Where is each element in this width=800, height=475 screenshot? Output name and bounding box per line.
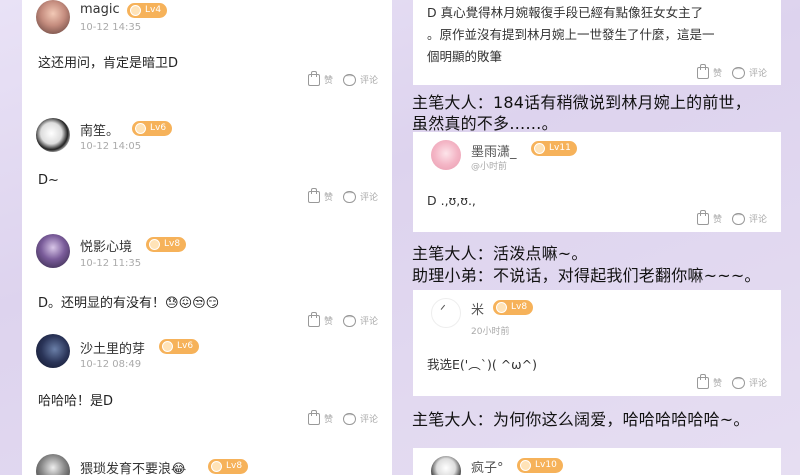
reply-button[interactable]: 评论 bbox=[342, 410, 378, 425]
comment-icon bbox=[731, 210, 745, 225]
comment-time: 10-12 11:35 bbox=[80, 258, 142, 269]
level-badge: Lv10 bbox=[517, 458, 563, 473]
comment-text-line: 個明顯的敗筆 bbox=[427, 49, 503, 64]
comment-actions: 赞 评论 bbox=[307, 187, 378, 203]
avatar[interactable] bbox=[36, 334, 70, 368]
thumb-up-icon bbox=[307, 70, 320, 86]
level-badge: Lv8 bbox=[493, 300, 534, 315]
comment-icon bbox=[731, 374, 745, 389]
comment-card: 墨雨潇_ Lv11 @小时前 D .,ʊ,ʊ., 赞 评论 bbox=[413, 132, 781, 232]
like-button[interactable]: 赞 bbox=[696, 63, 722, 79]
comment-time: 10-12 14:05 bbox=[80, 141, 142, 152]
username[interactable]: 猥琐发育不要浪😂 bbox=[80, 458, 186, 475]
username[interactable]: 墨雨潇_ bbox=[471, 141, 517, 160]
comment-text: 这还用问，肯定是暗卫D bbox=[38, 56, 179, 71]
reply-button[interactable]: 评论 bbox=[731, 64, 767, 79]
like-button[interactable]: 赞 bbox=[307, 187, 333, 203]
level-icon bbox=[520, 460, 531, 471]
like-button[interactable]: 赞 bbox=[696, 209, 722, 225]
comment-icon bbox=[342, 188, 356, 203]
comment-card: D 真心覺得林月婉報復手段已經有點像狂女女主了 。原作並沒有提到林月婉上一世發生… bbox=[413, 0, 781, 85]
comment-actions: 赞 评论 bbox=[696, 209, 767, 225]
comment-actions: 赞 评论 bbox=[307, 409, 378, 425]
avatar[interactable] bbox=[36, 118, 70, 152]
like-button[interactable]: 赞 bbox=[307, 70, 333, 86]
username[interactable]: 米 bbox=[471, 299, 484, 318]
level-icon bbox=[534, 143, 545, 154]
reply-button[interactable]: 评论 bbox=[342, 188, 378, 203]
left-comment-panel: magic Lv4 10-12 14:35 这还用问，肯定是暗卫D 赞 评论 南… bbox=[22, 0, 392, 475]
avatar[interactable] bbox=[36, 454, 70, 475]
comment-text-line: D 真心覺得林月婉報復手段已經有點像狂女女主了 bbox=[427, 5, 704, 20]
level-badge: Lv8 bbox=[208, 459, 249, 474]
reply-button[interactable]: 评论 bbox=[731, 374, 767, 389]
level-icon bbox=[211, 461, 222, 472]
comment-item: 南笙。 Lv6 10-12 14:05 D~ 赞 评论 bbox=[22, 118, 392, 213]
comment-icon bbox=[342, 410, 356, 425]
comment-item: magic Lv4 10-12 14:35 这还用问，肯定是暗卫D 赞 评论 bbox=[22, 0, 392, 100]
right-panel: D 真心覺得林月婉報復手段已經有點像狂女女主了 。原作並沒有提到林月婉上一世發生… bbox=[410, 0, 800, 475]
comment-icon bbox=[342, 312, 356, 327]
comment-item: 悦影心境 Lv8 10-12 11:35 D。还明显的有没有！😓😖😒😏 赞 评论 bbox=[22, 234, 392, 329]
comment-text: D。还明显的有没有！😓😖😒😏 bbox=[38, 296, 220, 311]
thumb-up-icon bbox=[696, 373, 709, 389]
thumb-up-icon bbox=[696, 209, 709, 225]
comment-text: 哈哈哈！是D bbox=[38, 394, 114, 409]
level-icon bbox=[496, 302, 507, 313]
comment-time: 20小时前 bbox=[471, 327, 510, 337]
avatar[interactable] bbox=[36, 234, 70, 268]
comment-card: ᐟ 米 Lv8 20小时前 我选E('︵`)( ^ω^) 赞 评论 bbox=[413, 290, 781, 396]
comment-card: 疯子° Lv10 bbox=[413, 448, 781, 475]
comment-actions: 赞 评论 bbox=[696, 373, 767, 389]
level-badge: Lv6 bbox=[159, 339, 200, 354]
level-badge: Lv4 bbox=[127, 3, 168, 18]
thumb-up-icon bbox=[307, 311, 320, 327]
avatar-glyph-icon: ᐟ bbox=[440, 303, 446, 319]
username[interactable]: 疯子° bbox=[471, 457, 504, 475]
comment-item: 猥琐发育不要浪😂 Lv8 bbox=[22, 452, 392, 475]
reply-button[interactable]: 评论 bbox=[731, 210, 767, 225]
caption-line: 主笔大人：活泼点嘛~。 bbox=[412, 244, 588, 263]
comment-time: @小时前 bbox=[471, 162, 508, 172]
thumb-up-icon bbox=[307, 187, 320, 203]
comment-text: D .,ʊ,ʊ., bbox=[427, 193, 476, 208]
level-badge: Lv11 bbox=[531, 141, 577, 156]
caption-line: 助理小弟：不说话，对得起我们老翻你嘛~~~。 bbox=[412, 266, 761, 285]
thumb-up-icon bbox=[696, 63, 709, 79]
like-button[interactable]: 赞 bbox=[307, 311, 333, 327]
level-badge: Lv8 bbox=[146, 237, 187, 252]
comment-text-line: 。原作並沒有提到林月婉上一世發生了什麼，這是一 bbox=[427, 27, 715, 42]
comment-time: 10-12 08:49 bbox=[80, 359, 142, 370]
username[interactable]: 悦影心境 bbox=[80, 236, 132, 255]
username[interactable]: 南笙。 bbox=[80, 120, 119, 139]
level-badge: Lv6 bbox=[132, 121, 173, 136]
comment-actions: 赞 评论 bbox=[696, 63, 767, 79]
level-icon bbox=[130, 5, 141, 16]
comment-icon bbox=[342, 71, 356, 86]
like-button[interactable]: 赞 bbox=[696, 373, 722, 389]
like-button[interactable]: 赞 bbox=[307, 409, 333, 425]
comment-actions: 赞 评论 bbox=[307, 311, 378, 327]
comment-icon bbox=[731, 64, 745, 79]
caption-line: 主笔大人：为何你这么阔爱，哈哈哈哈哈哈~。 bbox=[412, 410, 750, 429]
username[interactable]: 沙土里的芽 bbox=[80, 338, 145, 357]
avatar[interactable] bbox=[36, 0, 70, 34]
avatar[interactable]: ᐟ bbox=[431, 298, 461, 328]
comment-item: 沙土里的芽 Lv6 10-12 08:49 哈哈哈！是D 赞 评论 bbox=[22, 334, 392, 429]
avatar[interactable] bbox=[431, 456, 461, 475]
level-icon bbox=[149, 239, 160, 250]
username[interactable]: magic bbox=[80, 2, 120, 17]
level-icon bbox=[162, 341, 173, 352]
level-icon bbox=[135, 123, 146, 134]
caption-line: 虽然真的不多……。 bbox=[412, 114, 558, 133]
reply-button[interactable]: 评论 bbox=[342, 312, 378, 327]
reply-button[interactable]: 评论 bbox=[342, 71, 378, 86]
comment-text: 我选E('︵`)( ^ω^) bbox=[427, 357, 537, 372]
comment-text: D~ bbox=[38, 173, 59, 188]
avatar[interactable] bbox=[431, 140, 461, 170]
comment-time: 10-12 14:35 bbox=[80, 22, 142, 33]
comment-actions: 赞 评论 bbox=[307, 70, 378, 86]
thumb-up-icon bbox=[307, 409, 320, 425]
